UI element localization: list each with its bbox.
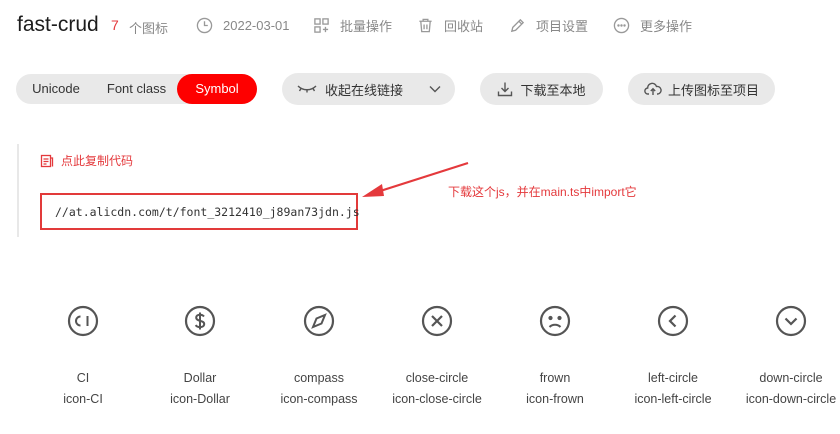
frown-icon (538, 304, 572, 338)
chevron-down-icon (429, 86, 441, 93)
icon-card[interactable]: close-circle icon-close-circle (382, 300, 492, 410)
copy-icon (40, 154, 54, 167)
icon-card[interactable]: frown icon-frown (500, 300, 610, 410)
icon-class-name: icon-left-circle (634, 392, 712, 406)
batch-operations-button[interactable]: 批量操作 (313, 15, 392, 35)
project-header: fast-crud 7 个图标 2022-03-01 批量操作 回收站 项目设置… (0, 0, 840, 50)
icon-class-name: icon-Dollar (170, 392, 230, 406)
icon-name: left-circle (647, 371, 698, 385)
eye-closed-icon (297, 85, 317, 93)
download-local-button[interactable]: 下载至本地 (480, 73, 603, 105)
dollar-circle-icon (183, 304, 217, 338)
tab-unicode[interactable]: Unicode (16, 74, 96, 104)
clock-icon (196, 17, 213, 33)
icon-card[interactable]: down-circle icon-down-circle (736, 300, 840, 410)
tab-symbol[interactable]: Symbol (177, 74, 257, 104)
collapse-link-label: 收起在线链接 (324, 82, 403, 98)
project-settings-button[interactable]: 项目设置 (509, 15, 588, 35)
pencil-icon (510, 18, 525, 32)
trash-icon (419, 18, 432, 32)
download-label: 下载至本地 (520, 82, 586, 98)
more-label: 更多操作 (640, 18, 693, 34)
collapse-online-link-button[interactable]: 收起在线链接 (282, 73, 455, 105)
icon-name: close-circle (405, 371, 469, 385)
icon-name: CI (76, 371, 90, 385)
icon-name: compass (293, 371, 345, 385)
icon-card[interactable]: Dollar icon-Dollar (145, 300, 255, 410)
icon-name: Dollar (183, 371, 217, 385)
project-date: 2022-03-01 (196, 15, 290, 35)
icon-class-name: icon-close-circle (392, 392, 482, 406)
project-title: fast-crud (17, 13, 99, 36)
copy-code-link[interactable]: 点此复制代码 (40, 152, 133, 169)
cloud-upload-icon (644, 82, 662, 95)
icon-class-name: icon-CI (63, 392, 103, 406)
copy-code-label: 点此复制代码 (61, 154, 134, 168)
icon-class-name: icon-frown (526, 392, 584, 406)
date-label: 2022-03-01 (223, 17, 290, 33)
icon-count: 7 (111, 17, 119, 33)
ci-circle-icon (66, 304, 100, 338)
download-icon (498, 82, 513, 97)
annotation-text: 下载这个js，并在main.ts中import它 (448, 185, 637, 199)
icon-card[interactable]: CI icon-CI (28, 300, 138, 410)
upload-label: 上传图标至项目 (667, 82, 759, 98)
trash-button[interactable]: 回收站 (417, 15, 483, 35)
down-circle-icon (774, 304, 808, 338)
code-url[interactable]: //at.alicdn.com/t/font_3212410_j89an73jd… (55, 205, 360, 219)
batch-label: 批量操作 (340, 18, 393, 34)
compass-icon (302, 304, 336, 338)
close-circle-icon (420, 304, 454, 338)
upload-to-project-button[interactable]: 上传图标至项目 (628, 73, 775, 105)
icon-name: down-circle (759, 371, 823, 385)
icon-class-name: icon-down-circle (745, 392, 837, 406)
tab-font-class[interactable]: Font class (96, 74, 177, 104)
icon-class-name: icon-compass (280, 392, 358, 406)
icon-card[interactable]: compass icon-compass (264, 300, 374, 410)
more-icon (613, 17, 630, 33)
settings-label: 项目设置 (536, 18, 589, 34)
more-operations-button[interactable]: 更多操作 (613, 15, 692, 35)
icon-card[interactable]: left-circle icon-left-circle (618, 300, 728, 410)
trash-label: 回收站 (444, 18, 484, 34)
icon-name: frown (539, 371, 571, 385)
batch-icon (314, 17, 329, 33)
icon-count-label: 个图标 (129, 21, 169, 36)
format-tabs: Unicode Font class Symbol (16, 74, 257, 104)
left-circle-icon (656, 304, 690, 338)
